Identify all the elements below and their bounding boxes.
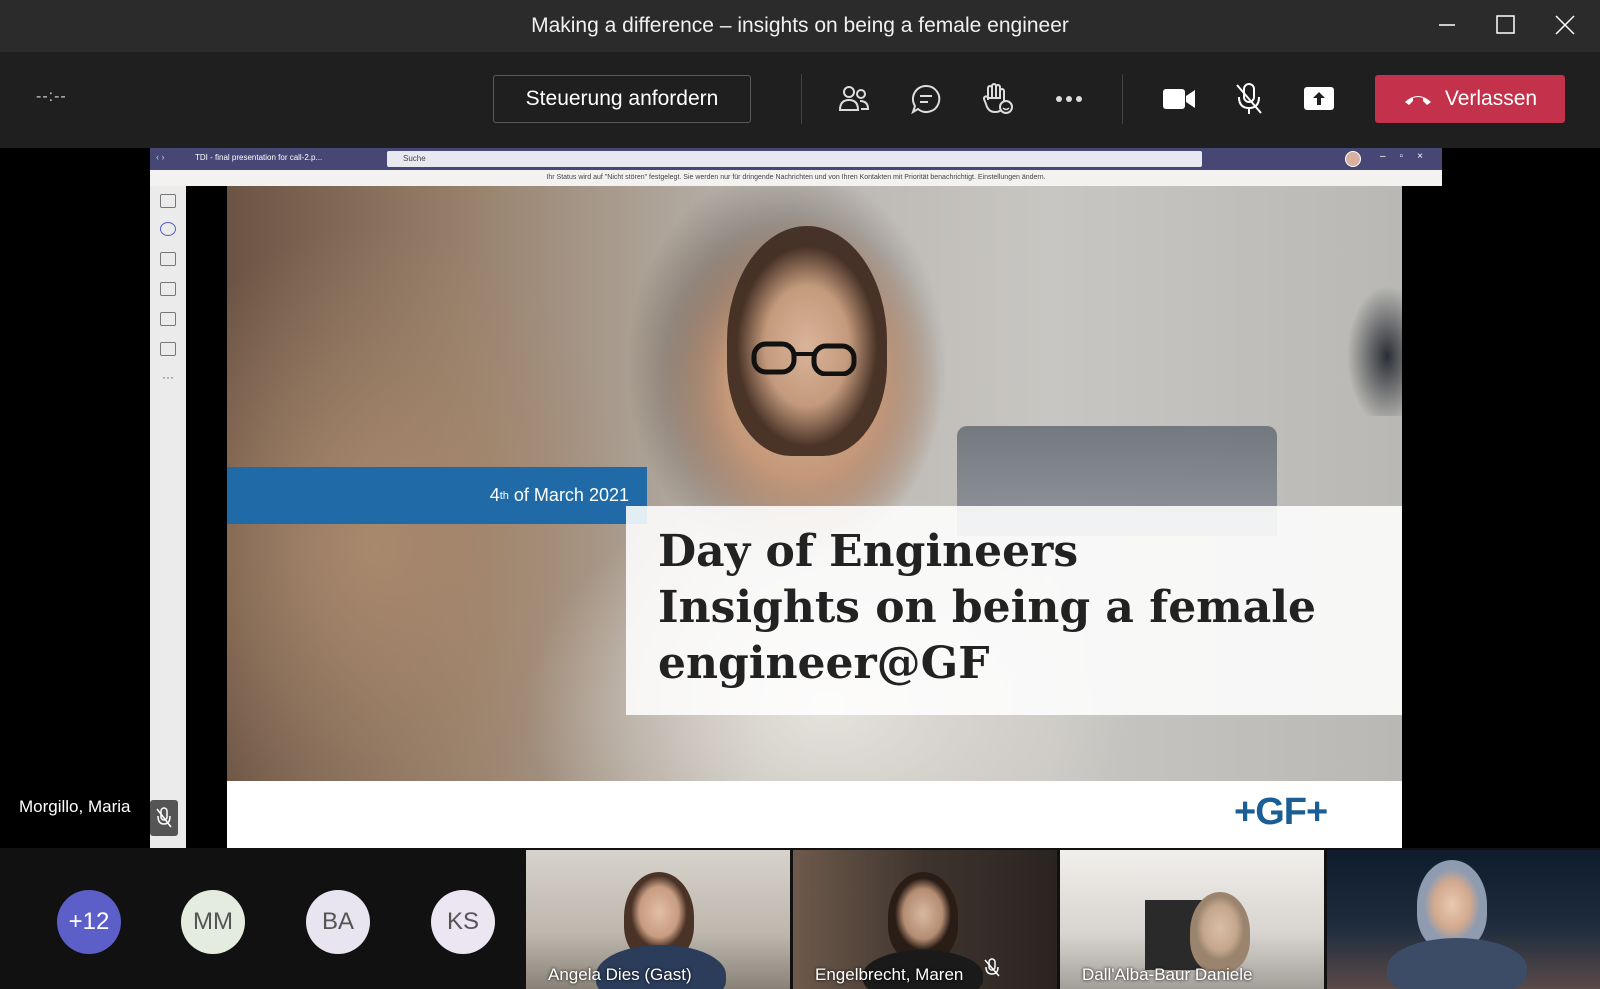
slide-date-suffix: th <box>499 489 509 502</box>
participant-name: Dall'Alba-Baur Daniele <box>1082 965 1253 984</box>
participant-name: Angela Dies (Gast) <box>548 965 692 984</box>
hang-up-icon <box>1404 96 1431 105</box>
presentation-slide: 4th of March 2021 Day of Engineers Insig… <box>227 186 1402 848</box>
shared-screen-stage: ‹ › TDI - final presentation for call-2.… <box>0 148 1600 848</box>
gf-logo: +GF+ <box>1234 791 1328 833</box>
slide-date-band: 4th of March 2021 <box>227 467 647 524</box>
activity-icon <box>160 194 176 208</box>
participant-video-tile[interactable]: Dall'Alba-Baur Daniele <box>1060 850 1324 989</box>
meeting-toolbar: --:-- Steuerung anfordern Verlassen <box>0 52 1600 148</box>
avatar[interactable]: MM <box>181 890 245 954</box>
participant-figure <box>1417 860 1487 950</box>
share-screen-icon[interactable] <box>1298 78 1340 120</box>
minimize-icon[interactable] <box>1432 10 1462 40</box>
meeting-timer: --:-- <box>36 88 67 105</box>
participant-figure <box>1190 892 1250 972</box>
maximize-icon[interactable] <box>1490 10 1520 40</box>
toolbar-divider <box>801 74 802 124</box>
overflow-participants-button[interactable]: +12 <box>57 890 121 954</box>
shared-search-placeholder: Suche <box>403 154 426 163</box>
shared-search-field: Suche <box>387 151 1202 167</box>
avatar[interactable]: BA <box>306 890 370 954</box>
participant-video-tile[interactable]: Angela Dies (Gast) <box>526 850 790 989</box>
participant-strip: +12 MM BA KS Angela Dies (Gast) Engelbre… <box>0 848 1600 989</box>
presenter-name: Morgillo, Maria <box>19 797 131 816</box>
request-control-button[interactable]: Steuerung anfordern <box>493 75 751 123</box>
teams-icon <box>160 282 176 296</box>
slide-title-box: Day of Engineers Insights on being a fem… <box>626 506 1402 715</box>
window-title: Making a difference – insights on being … <box>531 14 1069 37</box>
raise-hand-icon[interactable] <box>976 78 1018 120</box>
participant-video-tile[interactable]: Engelbrecht, Maren <box>793 850 1057 989</box>
more-options-icon[interactable] <box>1048 78 1090 120</box>
participant-figure <box>888 872 958 962</box>
chat-icon[interactable] <box>905 78 947 120</box>
calls-icon <box>160 252 176 266</box>
close-icon[interactable] <box>1550 10 1580 40</box>
shared-app-rail: ··· <box>150 186 186 848</box>
slide-title-line3: engineer@GF <box>658 638 990 689</box>
leave-button[interactable]: Verlassen <box>1375 75 1565 123</box>
participants-icon[interactable] <box>833 78 875 120</box>
chat-rail-icon <box>160 222 176 236</box>
participant-clothing <box>1387 938 1527 989</box>
participant-mic-muted-icon <box>983 958 1001 983</box>
leave-label: Verlassen <box>1444 87 1538 110</box>
slide-title: Day of Engineers Insights on being a fem… <box>658 524 1378 692</box>
slide-title-line1: Day of Engineers <box>658 526 1079 577</box>
participant-video-tile[interactable] <box>1327 850 1600 989</box>
glasses-shape <box>732 336 882 377</box>
avatar[interactable]: KS <box>431 890 495 954</box>
slide-date-day: 4 <box>489 485 500 505</box>
shared-window-controls-icon: –▫× <box>1380 151 1437 162</box>
shared-status-banner: Ihr Status wird auf "Nicht stören" festg… <box>150 170 1442 186</box>
camera-icon[interactable] <box>1158 78 1200 120</box>
calendar-icon <box>160 342 176 356</box>
slide-title-line2: Insights on being a female <box>658 582 1316 633</box>
toolbar-divider <box>1122 74 1123 124</box>
shared-avatar <box>1345 151 1361 167</box>
back-arrow-icon: ‹ › <box>156 152 165 162</box>
lamp-shape <box>1327 206 1402 416</box>
files-icon <box>160 312 176 326</box>
mic-muted-icon[interactable] <box>1228 78 1270 120</box>
shared-teams-titlebar: ‹ › TDI - final presentation for call-2.… <box>150 148 1442 170</box>
shared-tab-title: TDI - final presentation for call-2.p... <box>195 153 323 162</box>
slide-date-rest: of March 2021 <box>508 485 629 505</box>
title-bar: Making a difference – insights on being … <box>0 0 1600 52</box>
presenter-mic-muted-icon <box>150 800 178 836</box>
participant-name: Engelbrecht, Maren <box>815 965 964 984</box>
more-apps-icon: ··· <box>162 370 174 384</box>
